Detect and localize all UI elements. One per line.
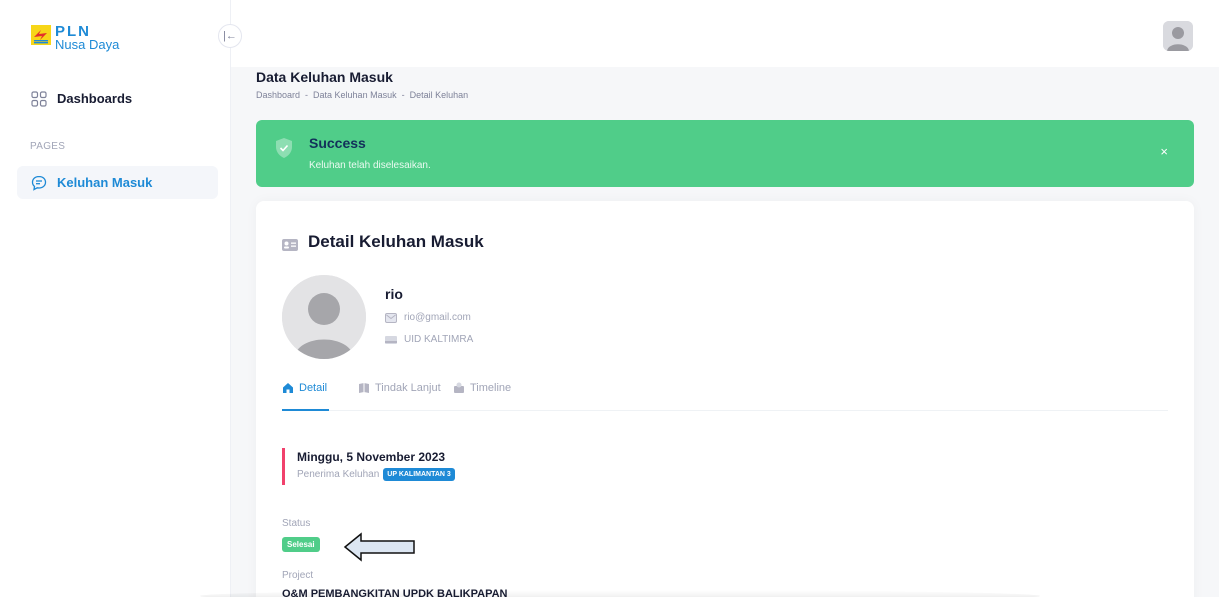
sidebar-section-heading: PAGES <box>30 141 66 152</box>
id-card-icon <box>282 236 298 251</box>
alert-message: Keluhan telah diselesaikan. <box>309 160 431 171</box>
envelope-icon <box>385 312 397 323</box>
complaint-date-block: Minggu, 5 November 2023 Penerima Keluhan… <box>282 448 455 485</box>
status-label: Status <box>282 518 311 529</box>
sidebar: PLN Nusa Daya |← Dashboards PAGES Keluha… <box>0 0 242 597</box>
pointer-arrow-icon <box>343 532 415 562</box>
receiver-badge: UP KALIMANTAN 3 <box>383 468 455 481</box>
complaint-date: Minggu, 5 November 2023 <box>297 450 446 464</box>
book-icon <box>358 382 370 394</box>
pln-logo-icon <box>31 25 51 45</box>
tab-label: Detail <box>299 382 328 394</box>
user-email-row: rio@gmail.com <box>385 312 471 323</box>
card-title-text: Detail Keluhan Masuk <box>308 232 484 251</box>
user-avatar[interactable] <box>1163 21 1193 51</box>
detail-card: Detail Keluhan Masuk rio rio@gmail.com U… <box>256 201 1194 597</box>
sidebar-collapse-button[interactable]: |← <box>218 24 242 48</box>
receiver-row: Penerima Keluhan UP KALIMANTAN 3 <box>297 468 455 481</box>
page-title: Data Keluhan Masuk <box>256 69 393 85</box>
sidebar-item-keluhan-masuk[interactable]: Keluhan Masuk <box>17 166 218 199</box>
breadcrumb-item-dashboard[interactable]: Dashboard <box>256 90 300 100</box>
detail-tabs: Detail Tindak Lanjut Timeline <box>282 381 1168 411</box>
tab-timeline[interactable]: Timeline <box>453 381 511 411</box>
sidebar-item-label: Keluhan Masuk <box>57 175 153 190</box>
tab-detail[interactable]: Detail <box>282 381 330 411</box>
card-icon <box>385 335 397 345</box>
breadcrumb-item-detail: Detail Keluhan <box>409 90 469 100</box>
tab-label: Timeline <box>470 382 512 394</box>
card-title: Detail Keluhan Masuk <box>282 232 484 252</box>
profile-photo <box>282 275 366 359</box>
brand-logo[interactable]: PLN Nusa Daya <box>31 24 119 51</box>
top-header <box>231 0 1219 67</box>
collapse-icon: |← <box>223 30 237 42</box>
success-alert: Success Keluhan telah diselesaikan. × <box>256 120 1194 187</box>
bottom-shadow <box>200 590 1040 597</box>
close-icon[interactable]: × <box>1160 144 1168 159</box>
alert-title: Success <box>309 135 366 151</box>
tab-label: Tindak Lanjut <box>375 382 441 394</box>
avatar-placeholder-icon <box>282 275 366 359</box>
project-label: Project <box>282 570 314 581</box>
user-unit-row: UID KALTIMRA <box>385 334 473 345</box>
status-badge: Selesai <box>282 537 320 552</box>
breadcrumb-item-data-keluhan[interactable]: Data Keluhan Masuk <box>313 90 397 100</box>
brand-subtitle: Nusa Daya <box>55 37 120 52</box>
sidebar-item-dashboards[interactable]: Dashboards <box>17 82 218 115</box>
breadcrumb-separator: - <box>401 90 405 100</box>
chat-bubble-icon <box>31 175 47 191</box>
receiver-label: Penerima Keluhan <box>297 469 380 480</box>
shield-check-icon <box>274 137 294 159</box>
user-unit: UID KALTIMRA <box>404 334 474 345</box>
tab-tindak-lanjut[interactable]: Tindak Lanjut <box>358 381 441 411</box>
dashboard-grid-icon <box>31 90 47 107</box>
avatar-placeholder-icon <box>1163 21 1193 51</box>
breadcrumb-separator: - <box>305 90 309 100</box>
sidebar-item-label: Dashboards <box>57 91 133 106</box>
breadcrumb: Dashboard - Data Keluhan Masuk - Detail … <box>256 90 468 100</box>
user-name: rio <box>385 286 403 302</box>
timeline-icon <box>453 382 465 394</box>
home-icon <box>282 382 294 394</box>
user-email: rio@gmail.com <box>404 312 471 323</box>
